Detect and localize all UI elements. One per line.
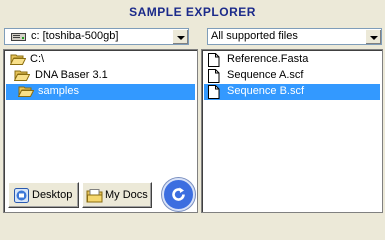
file-filter-value: All supported files <box>211 30 298 42</box>
folder-label: DNA Baser 3.1 <box>35 69 108 81</box>
documents-folder-icon <box>86 187 103 207</box>
folder-item-dna-baser[interactable]: DNA Baser 3.1 <box>6 68 195 84</box>
folder-item-samples[interactable]: samples <box>6 84 195 100</box>
folder-label: C:\ <box>30 53 45 65</box>
desktop-icon <box>13 187 30 207</box>
open-folder-icon <box>13 69 31 85</box>
window-title: SAMPLE EXPLORER <box>129 5 256 19</box>
my-docs-button[interactable]: My Docs <box>82 182 152 208</box>
my-docs-button-label: My Docs <box>105 189 148 201</box>
drive-select-dropdown-button[interactable] <box>172 29 188 44</box>
document-icon <box>208 85 220 102</box>
open-folder-icon <box>17 85 35 101</box>
refresh-icon <box>169 185 188 207</box>
desktop-button-label: Desktop <box>32 189 73 201</box>
open-folder-icon <box>9 53 27 69</box>
folder-item-root[interactable]: C:\ <box>6 52 195 68</box>
hard-drive-icon <box>11 32 26 45</box>
drive-select[interactable]: c: [toshiba-500gb] <box>4 28 189 45</box>
folder-tree[interactable]: C:\ DNA Baser 3.1 samples Desktop My Doc… <box>3 49 198 213</box>
file-item-sequence-b[interactable]: Sequence B.scf <box>204 84 380 100</box>
folder-label: samples <box>38 85 79 97</box>
file-item-sequence-a[interactable]: Sequence A.scf <box>204 68 380 84</box>
desktop-button[interactable]: Desktop <box>8 182 79 208</box>
file-label: Sequence A.scf <box>227 69 304 81</box>
drive-select-value: c: [toshiba-500gb] <box>31 30 119 42</box>
file-filter-dropdown-button[interactable] <box>365 29 381 44</box>
refresh-button[interactable] <box>162 178 195 211</box>
file-label: Sequence B.scf <box>227 85 305 97</box>
file-list[interactable]: Reference.Fasta Sequence A.scf Sequence … <box>201 49 383 213</box>
file-item-reference[interactable]: Reference.Fasta <box>204 52 380 68</box>
file-filter-select[interactable]: All supported files <box>207 28 382 45</box>
file-label: Reference.Fasta <box>227 53 309 65</box>
